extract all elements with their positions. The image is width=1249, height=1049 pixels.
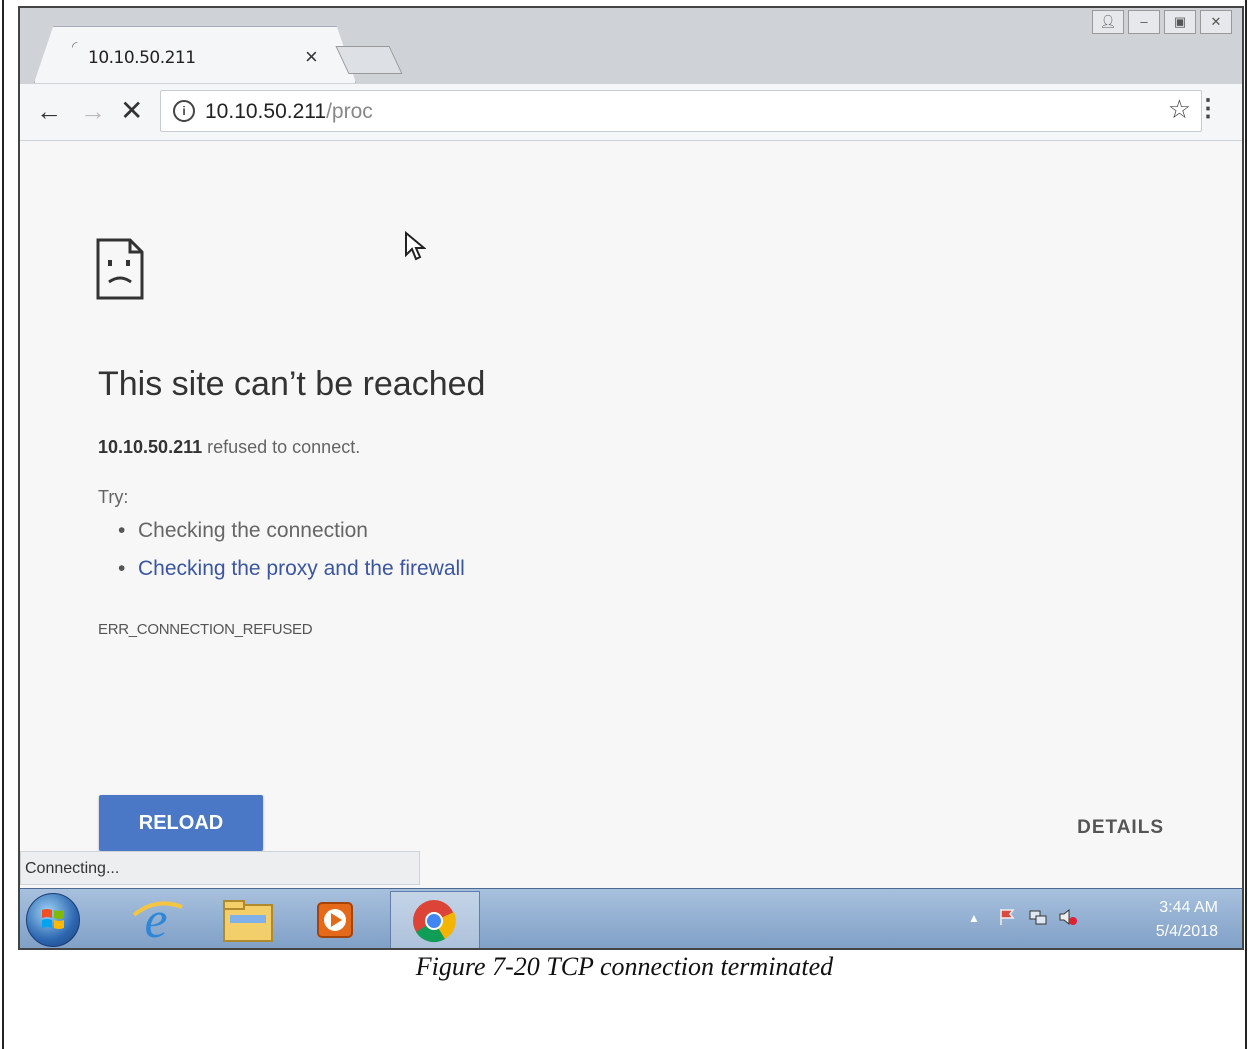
refused-host: 10.10.50.211	[98, 437, 203, 457]
info-icon[interactable]: i	[173, 100, 195, 122]
suggestion-check-proxy-link[interactable]: Checking the proxy and the firewall	[118, 557, 465, 581]
url-text[interactable]: 10.10.50.211/proc	[205, 100, 373, 124]
windows-logo-icon	[42, 909, 64, 929]
file-explorer-icon[interactable]	[216, 893, 280, 945]
forward-arrow-icon[interactable]: →	[80, 96, 106, 127]
restore-icon[interactable]: ▣	[1164, 10, 1196, 34]
user-icon[interactable]: 👤︎	[1092, 10, 1124, 34]
title-bar: ◜ 10.10.50.211 × 👤︎ – ▣ ✕	[20, 8, 1242, 84]
browser-toolbar: ← → ✕ i 10.10.50.211/proc ☆ ⋮	[20, 84, 1242, 141]
start-button[interactable]	[26, 893, 80, 947]
action-center-flag-icon[interactable]	[998, 907, 1018, 927]
browser-screenshot: ◜ 10.10.50.211 × 👤︎ – ▣ ✕ ← → ✕ i 10.10.…	[18, 6, 1244, 950]
suggestion-check-connection: Checking the connection	[118, 519, 368, 543]
window-controls: 👤︎ – ▣ ✕	[1092, 10, 1232, 34]
url-host: 10.10.50.211	[205, 100, 327, 123]
tab-close-icon[interactable]: ×	[305, 44, 318, 70]
chrome-taskbar-button[interactable]	[390, 891, 480, 948]
network-icon[interactable]	[1028, 907, 1048, 927]
minimize-icon[interactable]: –	[1128, 10, 1160, 34]
svg-text:e: e	[144, 893, 167, 945]
status-bubble: Connecting...	[20, 851, 420, 885]
url-path: /proc	[326, 100, 373, 123]
details-button[interactable]: DETAILS	[1077, 817, 1164, 839]
reload-button[interactable]: RELOAD	[99, 795, 263, 851]
loading-spinner-icon: ◜	[72, 38, 78, 54]
menu-kebab-icon[interactable]: ⋮	[1196, 94, 1220, 123]
chrome-icon	[413, 900, 456, 943]
refused-text: refused to connect.	[202, 437, 361, 457]
tab-title: 10.10.50.211	[88, 48, 196, 68]
figure-caption: Figure 7-20 TCP connection terminated	[415, 952, 834, 981]
status-text: Connecting...	[25, 860, 120, 877]
bookmark-star-icon[interactable]: ☆	[1168, 94, 1191, 125]
try-label: Try:	[98, 487, 129, 507]
error-heading: This site can’t be reached	[98, 365, 486, 403]
close-window-icon[interactable]: ✕	[1200, 10, 1232, 34]
back-arrow-icon[interactable]: ←	[36, 96, 62, 127]
taskbar: e ▲ 3:44 AM 5/4/2018	[20, 888, 1242, 948]
show-hidden-icons-arrow-icon[interactable]: ▲	[968, 911, 980, 925]
internet-explorer-icon[interactable]: e	[124, 893, 188, 945]
refused-message: 10.10.50.211 refused to connect.	[98, 437, 360, 458]
system-tray: ▲ 3:44 AM 5/4/2018	[962, 893, 1232, 945]
media-player-icon[interactable]	[304, 893, 368, 945]
clock-date[interactable]: 5/4/2018	[1156, 923, 1218, 941]
speaker-muted-icon[interactable]	[1058, 907, 1078, 927]
error-code: ERR_CONNECTION_REFUSED	[98, 621, 313, 638]
address-bar[interactable]: i 10.10.50.211/proc ☆	[160, 90, 1202, 132]
error-page: This site can’t be reached 10.10.50.211 …	[20, 141, 1242, 888]
mouse-cursor-icon	[405, 231, 426, 261]
clock-time[interactable]: 3:44 AM	[1159, 899, 1218, 917]
stop-loading-icon[interactable]: ✕	[120, 94, 143, 127]
sad-page-icon	[96, 238, 144, 300]
